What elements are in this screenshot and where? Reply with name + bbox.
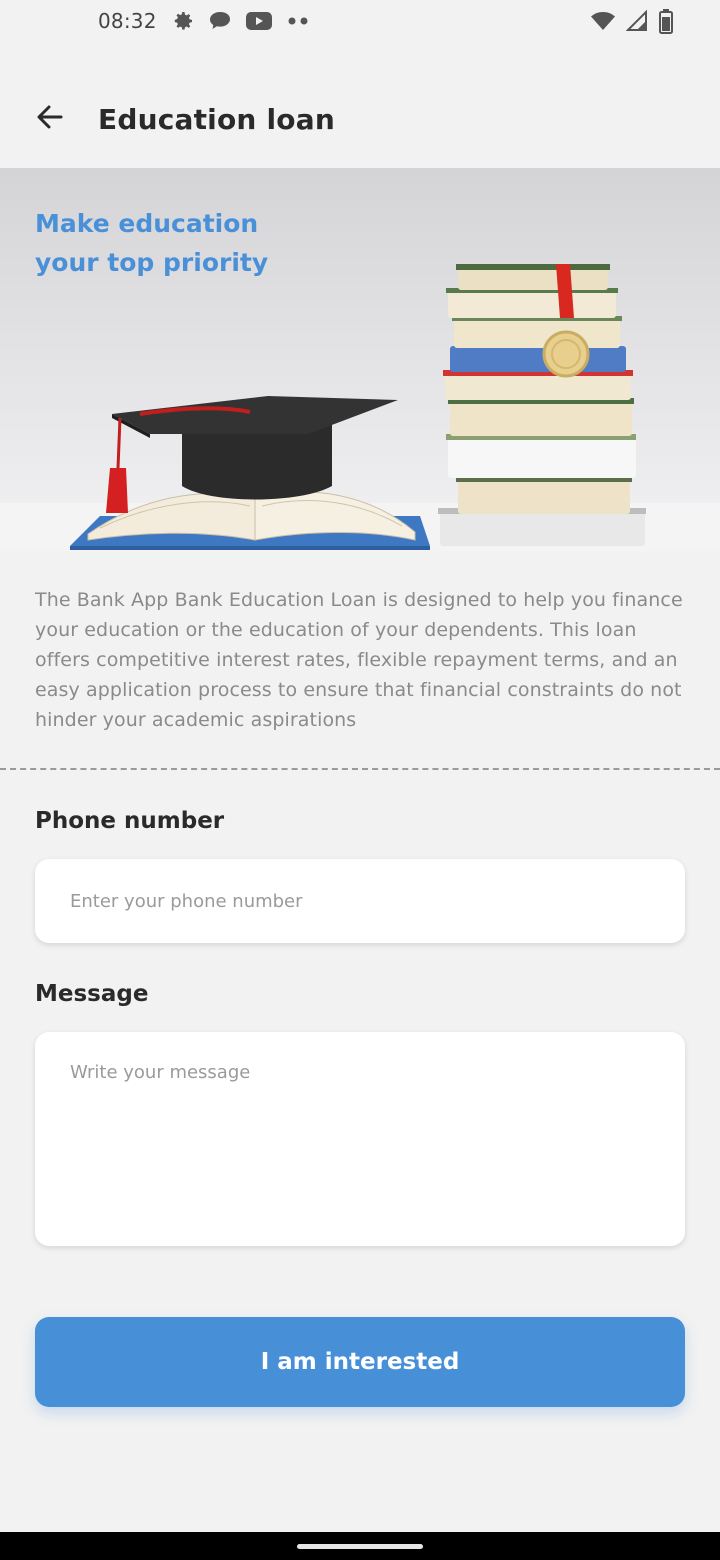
i-am-interested-button[interactable]: I am interested [35,1317,685,1407]
more-dots-icon [285,9,311,33]
app-bar: Education loan [0,72,720,166]
back-button[interactable] [20,89,80,149]
chat-bubble-icon [207,9,233,33]
status-time: 08:32 [98,9,157,33]
hero-tagline: Make education your top priority [35,204,268,282]
loan-description: The Bank App Bank Education Loan is desi… [35,589,683,731]
message-label: Message [35,981,149,1007]
message-textarea[interactable] [35,1032,685,1246]
arrow-left-icon [34,101,66,137]
page-title: Education loan [98,102,335,136]
hero-tagline-line1: Make education [35,209,259,238]
gear-icon [171,9,195,33]
status-system-icons [590,8,674,34]
signal-icon [626,10,648,32]
hero-banner: Make education your top priority [0,168,720,551]
status-bar: 08:32 [0,0,720,42]
home-indicator[interactable] [297,1544,423,1549]
hero-tagline-line2: your top priority [35,248,269,277]
phone-label: Phone number [35,808,225,834]
youtube-icon [245,9,273,33]
status-notification-icons [171,9,311,33]
wifi-icon [590,10,616,32]
phone-input[interactable] [35,859,685,943]
dashed-divider [0,768,720,770]
battery-icon [658,8,674,34]
